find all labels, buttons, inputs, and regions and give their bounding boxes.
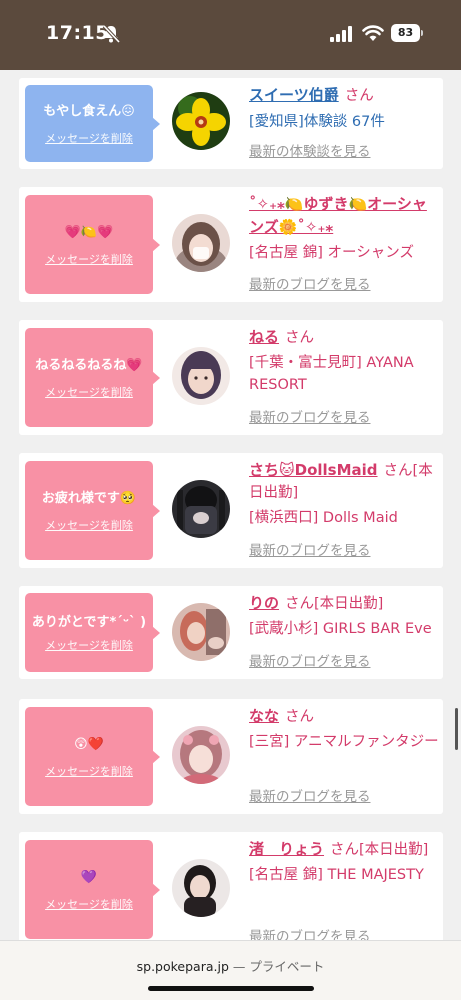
area-text: [武蔵小杉] GIRLS BAR Eve bbox=[249, 621, 432, 637]
user-name-link[interactable]: さち🐱DollsMaid bbox=[249, 461, 378, 479]
bubble-message: お疲れ様です🥺 bbox=[41, 490, 137, 506]
feed-card: もやし食えん😖 メッセージを削除 スイーツ伯爵 さん [愛知県]体験談 67件 … bbox=[19, 78, 443, 169]
name-suffix: さん[本日出勤] bbox=[285, 596, 384, 612]
feed-card: ありがとです*ˊᵕˋ ) メッセージを削除 りの さん[本日出勤] [武蔵小杉] … bbox=[19, 586, 443, 679]
card-info: 渚 りょう さん[本日出勤] [名古屋 錦] THE MAJESTY 最新のブログ… bbox=[249, 838, 439, 945]
home-indicator[interactable] bbox=[148, 986, 314, 991]
card-info: ˚✧₊⁎🍋ゆずき🍋オーシャンズ🌼˚✧₊⁎ [名古屋 錦] オーシャンズ 最新のブ… bbox=[249, 193, 439, 293]
avatar[interactable] bbox=[172, 347, 230, 405]
avatar-image bbox=[172, 92, 230, 150]
user-name-link[interactable]: ˚✧₊⁎🍋ゆずき🍋オーシャンズ🌼˚✧₊⁎ bbox=[249, 195, 427, 236]
bubble-message: 😲❤️ bbox=[74, 736, 104, 752]
delete-message-link[interactable]: メッセージを削除 bbox=[45, 517, 133, 533]
card-info: ねる さん [千葉・富士見町] AYANA RESORT 最新のブログを見る bbox=[249, 326, 439, 426]
bell-muted-icon bbox=[102, 24, 121, 44]
delete-message-link[interactable]: メッセージを削除 bbox=[45, 896, 133, 912]
delete-message-link[interactable]: メッセージを削除 bbox=[45, 384, 133, 400]
message-bubble: 💜 メッセージを削除 bbox=[25, 840, 160, 939]
cellular-signal-icon bbox=[330, 26, 352, 42]
user-name-link[interactable]: りの bbox=[249, 594, 279, 612]
feed-card: 💗🍋💗 メッセージを削除 ˚✧₊⁎🍋ゆずき🍋オーシャンズ🌼˚✧₊⁎ [名古屋 錦… bbox=[19, 187, 443, 302]
url-bar[interactable]: sp.pokepara.jp — プライベート bbox=[0, 940, 461, 1000]
avatar[interactable] bbox=[172, 603, 230, 661]
card-info: なな さん [三宮] アニマルファンタジー 最新のブログを見る bbox=[249, 705, 439, 805]
battery-level: 83 bbox=[391, 24, 420, 42]
avatar-image bbox=[172, 726, 230, 784]
view-latest-link[interactable]: 最新のブログを見る bbox=[249, 651, 371, 673]
area-text: [愛知県]体験談 67件 bbox=[249, 114, 385, 130]
avatar-image bbox=[172, 480, 230, 538]
avatar[interactable] bbox=[172, 859, 230, 917]
user-name-link[interactable]: スイーツ伯爵 bbox=[249, 86, 339, 104]
avatar[interactable] bbox=[172, 214, 230, 272]
avatar-image bbox=[172, 859, 230, 917]
avatar[interactable] bbox=[172, 92, 230, 150]
avatar[interactable] bbox=[172, 726, 230, 784]
avatar[interactable] bbox=[172, 480, 230, 538]
name-suffix: さん bbox=[344, 88, 374, 104]
user-name-link[interactable]: ねる bbox=[249, 328, 279, 346]
scrollbar[interactable] bbox=[455, 708, 458, 750]
message-bubble: 😲❤️ メッセージを削除 bbox=[25, 707, 160, 806]
bubble-message: 💜 bbox=[80, 869, 98, 885]
feed-card: 💜 メッセージを削除 渚 りょう さん[本日出勤] [名古屋 錦] THE MAJ… bbox=[19, 832, 443, 947]
bubble-message: 💗🍋💗 bbox=[64, 224, 114, 240]
message-bubble: お疲れ様です🥺 メッセージを削除 bbox=[25, 461, 160, 560]
feed-card: ねるねるねるね💗 メッセージを削除 ねる さん [千葉・富士見町] AYANA R… bbox=[19, 320, 443, 435]
battery-indicator: 83 bbox=[391, 24, 423, 42]
card-info: スイーツ伯爵 さん [愛知県]体験談 67件 最新の体験談を見る bbox=[249, 84, 439, 160]
area-text: [千葉・富士見町] AYANA RESORT bbox=[249, 355, 414, 393]
message-bubble: ねるねるねるね💗 メッセージを削除 bbox=[25, 328, 160, 427]
view-latest-link[interactable]: 最新の体験談を見る bbox=[249, 141, 371, 163]
battery-tip bbox=[421, 30, 423, 36]
user-name-link[interactable]: 渚 りょう bbox=[249, 840, 324, 858]
message-bubble: 💗🍋💗 メッセージを削除 bbox=[25, 195, 160, 294]
user-name-link[interactable]: なな bbox=[249, 707, 279, 725]
feed-card: お疲れ様です🥺 メッセージを削除 さち🐱DollsMaid さん[本日出勤] [横… bbox=[19, 453, 443, 568]
avatar-image bbox=[172, 347, 230, 405]
delete-message-link[interactable]: メッセージを削除 bbox=[45, 130, 133, 146]
url-text[interactable]: sp.pokepara.jp — プライベート bbox=[0, 956, 461, 975]
name-suffix: さん bbox=[285, 330, 315, 346]
bubble-message: もやし食えん😖 bbox=[43, 103, 135, 119]
delete-message-link[interactable]: メッセージを削除 bbox=[45, 763, 133, 779]
name-suffix: さん bbox=[285, 709, 315, 725]
view-latest-link[interactable]: 最新のブログを見る bbox=[249, 407, 371, 429]
name-suffix: さん[本日出勤] bbox=[330, 842, 429, 858]
feed-card: 😲❤️ メッセージを削除 なな さん [三宮] アニマルファンタジー 最新のブログ… bbox=[19, 699, 443, 814]
private-mode-label: — プライベート bbox=[232, 959, 325, 974]
avatar-image bbox=[172, 214, 230, 272]
area-text: [名古屋 錦] THE MAJESTY bbox=[249, 867, 424, 883]
card-info: さち🐱DollsMaid さん[本日出勤] [横浜西口] Dolls Maid 最… bbox=[249, 459, 439, 559]
bubble-message: ねるねるねるね💗 bbox=[35, 357, 143, 373]
view-latest-link[interactable]: 最新のブログを見る bbox=[249, 786, 371, 808]
message-bubble: ありがとです*ˊᵕˋ ) メッセージを削除 bbox=[25, 593, 160, 672]
area-text: [名古屋 錦] オーシャンズ bbox=[249, 245, 414, 261]
avatar-image bbox=[172, 603, 230, 661]
delete-message-link[interactable]: メッセージを削除 bbox=[45, 637, 133, 653]
card-info: りの さん[本日出勤] [武蔵小杉] GIRLS BAR Eve 最新のブログを見… bbox=[249, 592, 439, 670]
delete-message-link[interactable]: メッセージを削除 bbox=[45, 251, 133, 267]
bubble-message: ありがとです*ˊᵕˋ ) bbox=[31, 614, 147, 630]
view-latest-link[interactable]: 最新のブログを見る bbox=[249, 274, 371, 296]
view-latest-link[interactable]: 最新のブログを見る bbox=[249, 540, 371, 562]
message-bubble: もやし食えん😖 メッセージを削除 bbox=[25, 85, 160, 162]
wifi-icon bbox=[362, 25, 384, 41]
url-domain: sp.pokepara.jp bbox=[136, 959, 229, 974]
area-text: [三宮] アニマルファンタジー bbox=[249, 734, 439, 750]
area-text: [横浜西口] Dolls Maid bbox=[249, 510, 398, 526]
status-time: 17:15 bbox=[46, 22, 109, 44]
status-bar: 17:15 83 bbox=[0, 0, 461, 70]
